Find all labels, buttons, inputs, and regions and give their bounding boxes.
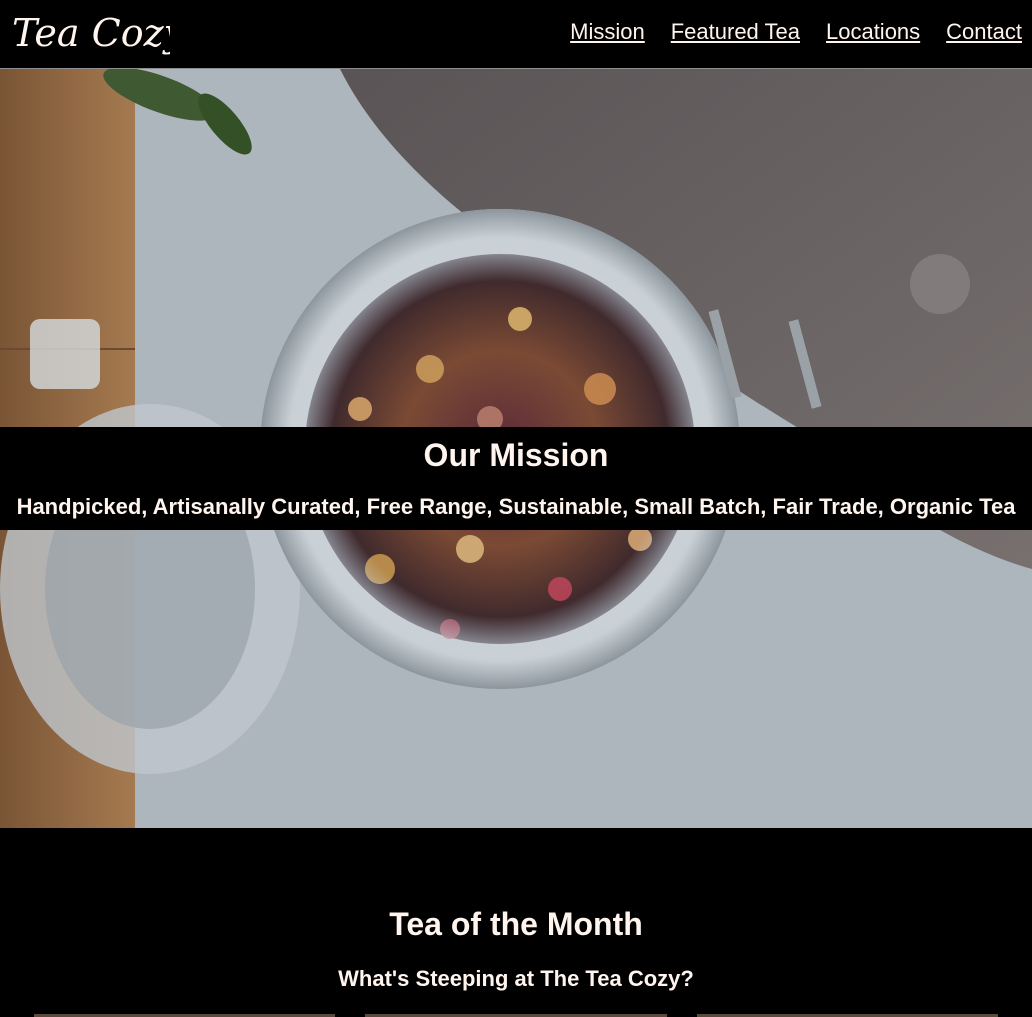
nav-link-locations[interactable]: Locations — [826, 19, 920, 45]
nav-link-mission[interactable]: Mission — [570, 19, 645, 45]
logo[interactable]: Tea Cozy — [10, 4, 170, 64]
nav-link-featured-tea[interactable]: Featured Tea — [671, 19, 800, 45]
mission-banner: Our Mission Handpicked, Artisanally Cura… — [0, 427, 1032, 530]
hero-image: Our Mission Handpicked, Artisanally Cura… — [0, 69, 1032, 828]
tea-of-month-section: Tea of the Month What's Steeping at The … — [0, 828, 1032, 1017]
mission-title: Our Mission — [423, 437, 609, 473]
logo-image: Tea Cozy — [12, 11, 170, 55]
nav-link-contact[interactable]: Contact — [946, 19, 1022, 45]
tea-of-month-title: Tea of the Month — [389, 906, 643, 942]
site-header: Tea Cozy Mission Featured Tea Locations … — [0, 0, 1032, 69]
mission-subtitle: Handpicked, Artisanally Curated, Free Ra… — [16, 494, 1016, 519]
tea-of-month-subtitle: What's Steeping at The Tea Cozy? — [338, 966, 694, 991]
logo-text: Tea Cozy — [12, 11, 170, 55]
main-nav: Mission Featured Tea Locations Contact — [570, 19, 1022, 45]
